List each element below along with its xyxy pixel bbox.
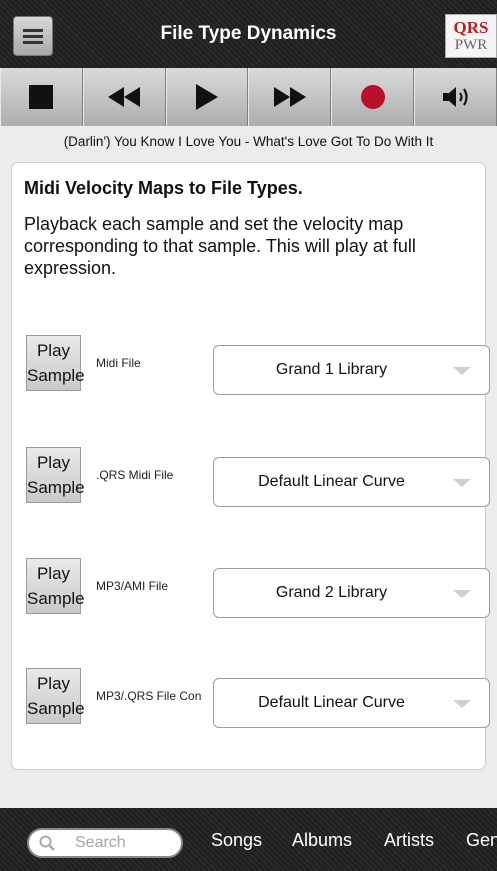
stop-button[interactable] <box>0 68 83 126</box>
tab-albums[interactable]: Albums <box>292 830 352 851</box>
fast-forward-button[interactable] <box>248 68 332 126</box>
record-button[interactable] <box>331 68 415 126</box>
rewind-icon <box>108 87 141 107</box>
card-heading: Midi Velocity Maps to File Types. <box>24 178 303 198</box>
app-header: File Type Dynamics QRS PWR <box>0 0 497 68</box>
play-sample-label-2: Sample <box>27 478 85 497</box>
file-type-row: Play Sample MP3/AMI File Grand 2 Library <box>12 558 490 618</box>
play-sample-button[interactable]: Play Sample <box>26 335 85 391</box>
select-value: Grand 1 Library <box>275 361 388 378</box>
search-box[interactable] <box>27 828 183 858</box>
volume-button[interactable] <box>414 68 497 126</box>
logo-line-1: QRS <box>453 18 489 37</box>
card-description: Playback each sample and set the velocit… <box>24 214 416 278</box>
rewind-button[interactable] <box>82 68 166 126</box>
play-sample-button[interactable]: Play Sample <box>26 447 85 503</box>
play-sample-button[interactable]: Play Sample <box>26 668 85 724</box>
menu-button[interactable] <box>13 16 53 56</box>
play-sample-label-1: Play <box>36 674 71 693</box>
file-type-label: MP3/.QRS File Con <box>96 689 202 703</box>
qrs-pwr-logo: QRS PWR <box>445 14 497 58</box>
volume-icon <box>442 87 468 107</box>
play-sample-label-2: Sample <box>27 589 85 608</box>
file-type-label: Midi File <box>96 356 141 370</box>
play-sample-button[interactable]: Play Sample <box>26 558 85 614</box>
fast-forward-icon <box>273 87 306 107</box>
chevron-down-icon <box>453 367 471 375</box>
play-sample-label-2: Sample <box>27 699 85 718</box>
velocity-map-card: Midi Velocity Maps to File Types. Playba… <box>11 162 490 770</box>
file-type-label: MP3/AMI File <box>96 579 169 593</box>
file-type-row: Play Sample Midi File Grand 1 Library <box>12 335 490 395</box>
select-value: Default Linear Curve <box>258 694 405 711</box>
search-icon <box>39 835 55 851</box>
chevron-down-icon <box>453 590 471 598</box>
tab-genres[interactable]: Gen <box>466 830 497 851</box>
file-type-row: Play Sample MP3/.QRS File Con Default Li… <box>12 668 490 728</box>
tab-artists[interactable]: Artists <box>384 830 434 851</box>
play-sample-label-1: Play <box>36 453 71 472</box>
stop-icon <box>29 85 54 109</box>
velocity-map-select[interactable]: Grand 2 Library <box>213 568 490 618</box>
chevron-down-icon <box>453 700 471 708</box>
velocity-map-select[interactable]: Default Linear Curve <box>213 457 490 507</box>
logo-line-2: PWR <box>454 37 488 53</box>
play-sample-label-2: Sample <box>27 366 85 385</box>
velocity-map-select[interactable]: Default Linear Curve <box>213 678 490 728</box>
search-input[interactable] <box>75 834 175 852</box>
bottom-nav: Songs Albums Artists Gen <box>0 808 497 871</box>
tab-songs[interactable]: Songs <box>211 830 262 851</box>
record-icon <box>360 85 385 109</box>
select-value: Grand 2 Library <box>275 584 388 601</box>
page-title: File Type Dynamics <box>160 23 337 44</box>
velocity-map-select[interactable]: Grand 1 Library <box>213 345 490 395</box>
hamburger-icon <box>23 29 43 44</box>
chevron-down-icon <box>453 479 471 487</box>
play-sample-label-1: Play <box>36 341 71 360</box>
play-icon <box>196 84 219 110</box>
file-type-label: .QRS Midi File <box>96 468 174 482</box>
transport-bar <box>0 68 497 126</box>
select-value: Default Linear Curve <box>258 473 405 490</box>
play-button[interactable] <box>165 68 249 126</box>
play-sample-label-1: Play <box>36 564 71 583</box>
file-type-row: Play Sample .QRS Midi File Default Linea… <box>12 447 490 507</box>
now-playing-text: (Darlin') You Know I Love You - What's L… <box>63 133 434 149</box>
